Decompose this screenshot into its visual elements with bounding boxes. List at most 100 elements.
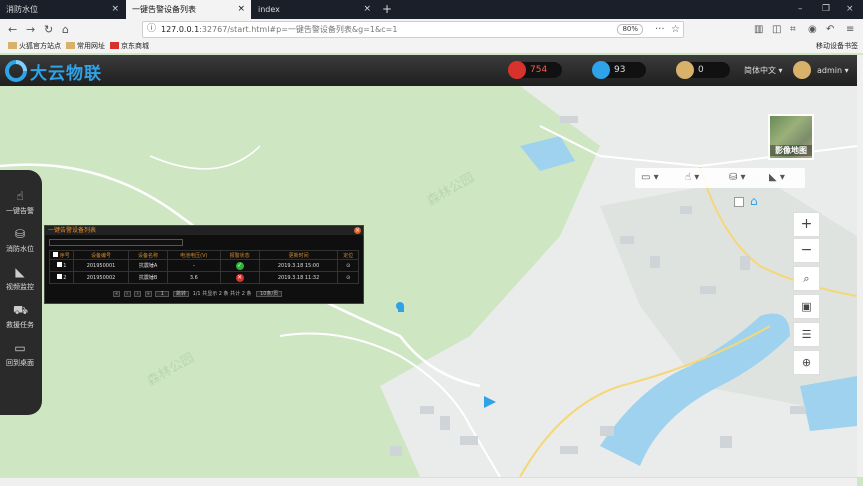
checkbox[interactable] bbox=[53, 251, 59, 257]
page-size-select[interactable]: 10条/页 bbox=[256, 290, 283, 297]
tab-fire-water[interactable]: 消防水位 × bbox=[0, 0, 125, 19]
camera-filter-icon[interactable]: ◣ ▾ bbox=[769, 168, 785, 188]
tab-index[interactable]: index × bbox=[252, 0, 377, 19]
folder-icon bbox=[8, 42, 17, 49]
bookmark-item[interactable]: 京东商城 bbox=[110, 40, 149, 53]
row-select-cell[interactable]: 2 bbox=[49, 271, 74, 284]
prev-page-button[interactable]: ‹ bbox=[123, 290, 131, 297]
alarm-filter-icon[interactable]: ☝ ▾ bbox=[685, 168, 699, 188]
zoom-out-button[interactable]: − bbox=[793, 238, 820, 263]
sidebar-item-video[interactable]: ◣ 视频监控 bbox=[0, 260, 40, 298]
column-header: 更新时间 bbox=[258, 250, 339, 260]
info-icon[interactable]: ⓘ bbox=[147, 19, 156, 40]
toolbox-icon[interactable]: ▣ bbox=[793, 294, 820, 319]
water-level-icon: ⛁ bbox=[14, 227, 26, 241]
new-tab-button[interactable]: + bbox=[382, 0, 392, 19]
battery-voltage: - bbox=[167, 259, 221, 272]
crop-icon[interactable]: ⌗ bbox=[790, 19, 796, 40]
close-icon[interactable]: × bbox=[111, 0, 119, 19]
alarm-counter[interactable]: 754 bbox=[508, 61, 562, 79]
locate-cell[interactable]: ⊙ bbox=[337, 271, 359, 284]
row-select-cell[interactable]: 1 bbox=[49, 259, 74, 272]
home-icon[interactable]: ⌂ bbox=[62, 19, 69, 40]
window-close-icon[interactable]: × bbox=[846, 0, 854, 19]
panel-search-input[interactable] bbox=[49, 239, 183, 246]
library-icon[interactable]: ▥ bbox=[754, 19, 763, 40]
mobile-bookmarks[interactable]: 移动设备书签 bbox=[816, 40, 858, 53]
undo-icon[interactable]: ↶ bbox=[826, 19, 834, 40]
search-icon[interactable]: ⌕ bbox=[793, 266, 820, 291]
sidebar-item-alarm[interactable]: ☝ 一键告警 bbox=[0, 184, 40, 222]
bookmark-item[interactable]: 火狐官方站点 bbox=[8, 40, 61, 53]
logo: 大云物联 bbox=[4, 58, 104, 84]
level-filter-icon[interactable]: ⛁ ▾ bbox=[729, 168, 746, 188]
message-counter[interactable]: 0 bbox=[676, 61, 730, 79]
avatar[interactable] bbox=[793, 61, 811, 79]
sidebar-item-rescue[interactable]: ⛟ 救援任务 bbox=[0, 298, 40, 336]
menu-icon[interactable]: ≡ bbox=[846, 19, 854, 40]
zoom-in-button[interactable]: + bbox=[793, 212, 820, 237]
draw-tool-icon[interactable]: ▭ ▾ bbox=[641, 168, 659, 188]
sidebar-icon[interactable]: ◫ bbox=[772, 19, 781, 40]
vehicle-icon: ⛟ bbox=[13, 303, 29, 317]
reload-icon[interactable]: ↻ bbox=[44, 19, 53, 40]
more-icon[interactable]: ··· bbox=[655, 19, 665, 40]
language-select[interactable]: 简体中文 ▾ bbox=[744, 55, 783, 86]
minimize-icon[interactable]: – bbox=[798, 0, 803, 19]
device-name: 抗震锤A bbox=[128, 259, 169, 272]
alarm-device-panel: 一键告警设备列表 × 序号 设备编号 设备名称 电池电压(V) 报警状态 更新时… bbox=[44, 225, 364, 304]
last-page-button[interactable]: » bbox=[144, 290, 152, 297]
table-row[interactable]: 2 201950002 抗震锤B 3.6 ✕ 2019.3.18 11:32 ⊙ bbox=[49, 271, 359, 284]
close-icon[interactable]: × bbox=[237, 0, 245, 19]
checkbox[interactable] bbox=[56, 262, 62, 267]
column-header: 定位 bbox=[337, 250, 359, 260]
go-button[interactable]: 跳转 bbox=[172, 290, 189, 297]
user-menu[interactable]: admin ▾ bbox=[817, 55, 849, 86]
column-header: 报警状态 bbox=[219, 250, 260, 260]
imagery-layer-toggle[interactable]: 影像地图 bbox=[768, 114, 814, 160]
locate-cell[interactable]: ⊙ bbox=[337, 259, 359, 272]
zoom-level[interactable]: 80% bbox=[617, 24, 643, 35]
back-icon[interactable]: ← bbox=[8, 19, 17, 40]
select-box-icon[interactable] bbox=[734, 197, 744, 207]
forward-icon[interactable]: → bbox=[26, 19, 35, 40]
table-row[interactable]: 1 201950001 抗震锤A - ✓ 2019.3.18 15:00 ⊙ bbox=[49, 259, 359, 272]
star-icon[interactable]: ☆ bbox=[671, 19, 680, 40]
update-time: 2019.3.18 11:32 bbox=[258, 271, 339, 284]
page-summary: 1/1 共显示 2 条 共计 2 条 bbox=[192, 291, 252, 297]
locate-pin-icon[interactable]: ⊙ bbox=[346, 275, 350, 281]
camera-icon: ◣ bbox=[15, 265, 25, 279]
select-all-header[interactable]: 序号 bbox=[49, 250, 74, 260]
bookmark-item[interactable]: 常用网址 bbox=[66, 40, 105, 53]
tab-label: 一键告警设备列表 bbox=[132, 5, 196, 14]
user-icon bbox=[592, 61, 610, 79]
home-map-icon[interactable]: ⌂ bbox=[750, 194, 758, 208]
logo-icon bbox=[5, 60, 27, 82]
jd-icon bbox=[110, 42, 119, 49]
page-input[interactable]: 1 bbox=[155, 290, 170, 297]
bell-icon bbox=[508, 61, 526, 79]
hand-icon: ☝ bbox=[16, 189, 24, 203]
sidebar-item-desktop[interactable]: ▭ 回到桌面 bbox=[0, 336, 40, 374]
maximize-icon[interactable]: ❐ bbox=[822, 0, 830, 19]
sidebar-item-label: 一键告警 bbox=[6, 207, 34, 215]
user-counter[interactable]: 93 bbox=[592, 61, 646, 79]
locate-icon[interactable]: ⊕ bbox=[793, 350, 820, 375]
close-icon[interactable]: × bbox=[363, 0, 371, 19]
address-bar[interactable]: ⓘ 127.0.0.1:32767/start.html#p=一键告警设备列表&… bbox=[142, 21, 684, 38]
next-page-button[interactable]: › bbox=[134, 290, 142, 297]
user-count: 93 bbox=[614, 65, 626, 75]
close-icon[interactable]: × bbox=[354, 227, 361, 234]
vertical-scrollbar[interactable] bbox=[857, 55, 863, 477]
device-table: 序号 设备编号 设备名称 电池电压(V) 报警状态 更新时间 定位 1 2019… bbox=[49, 250, 359, 284]
row-index: 2 bbox=[63, 275, 67, 281]
checkbox[interactable] bbox=[56, 274, 62, 279]
sidebar-item-label: 消防水位 bbox=[6, 245, 34, 253]
first-page-button[interactable]: « bbox=[113, 290, 120, 297]
sidebar-item-water[interactable]: ⛁ 消防水位 bbox=[0, 222, 40, 260]
layers-icon[interactable]: ☰ bbox=[793, 322, 820, 347]
locate-pin-icon[interactable]: ⊙ bbox=[346, 263, 350, 269]
chat-icon[interactable]: ◉ bbox=[808, 19, 817, 40]
horizontal-scrollbar[interactable] bbox=[0, 477, 857, 486]
tab-alarm-list[interactable]: 一键告警设备列表 × bbox=[126, 0, 251, 19]
